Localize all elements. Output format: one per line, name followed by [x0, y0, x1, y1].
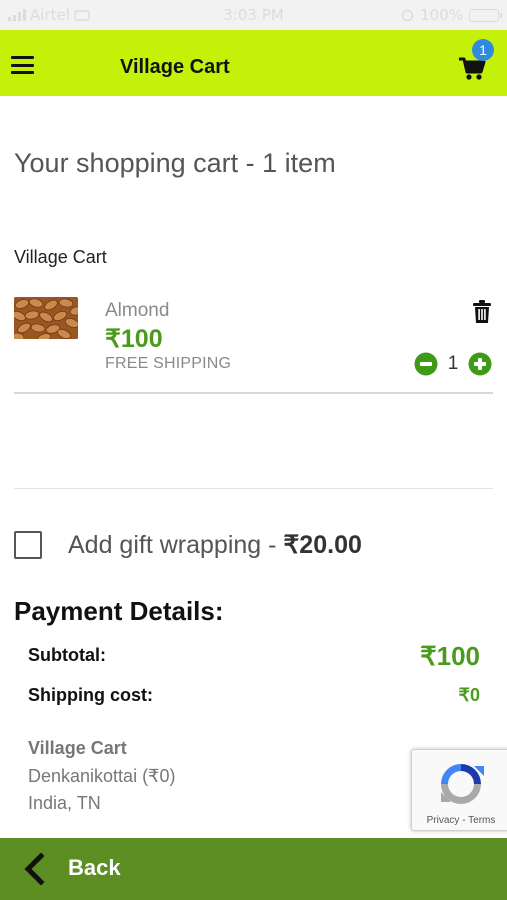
app-title: Village Cart	[120, 56, 230, 78]
item-shipping: FREE SHIPPING	[105, 355, 232, 372]
status-right: 100%	[401, 6, 502, 24]
back-button[interactable]: Back	[0, 838, 507, 900]
shipping-cost-label: Shipping cost:	[28, 685, 153, 705]
recaptcha-icon	[441, 764, 484, 804]
gift-wrap-price: ₹20.00	[283, 531, 362, 559]
chevron-left-icon	[24, 853, 45, 885]
gift-wrap-label[interactable]: Add gift wrapping - ₹20.00	[68, 530, 362, 560]
alarm-icon	[401, 9, 414, 21]
address-line-2: India, TN	[28, 793, 101, 813]
payment-heading: Payment Details:	[14, 596, 224, 626]
hamburger-menu-icon[interactable]	[11, 56, 34, 74]
minus-circle-icon[interactable]	[414, 352, 438, 376]
almond-product-image[interactable]	[14, 297, 78, 339]
item-divider	[14, 392, 493, 394]
recaptcha-links[interactable]: Privacy - Terms	[412, 815, 507, 826]
store-name: Village Cart	[14, 247, 107, 267]
cart-button[interactable]: 1	[458, 39, 494, 82]
subtotal-label: Subtotal:	[28, 645, 106, 665]
address-name: Village Cart	[28, 738, 127, 758]
battery-icon	[469, 8, 502, 22]
trash-icon[interactable]	[472, 300, 492, 324]
address-line-1: Denkanikottai (₹0)	[28, 766, 176, 786]
subtotal-value: ₹100	[420, 641, 480, 671]
section-divider	[14, 488, 493, 489]
status-bar: Airtel 3:03 PM 100%	[0, 0, 507, 30]
item-price: ₹100	[105, 325, 163, 353]
recaptcha-badge[interactable]: Privacy - Terms	[411, 749, 507, 831]
gift-wrap-checkbox[interactable]	[14, 531, 42, 559]
plus-circle-icon[interactable]	[468, 352, 492, 376]
app-header: Village Cart 1	[0, 30, 507, 96]
back-label: Back	[68, 855, 121, 880]
gift-wrap-text: Add gift wrapping -	[68, 531, 284, 559]
item-name[interactable]: Almond	[105, 300, 169, 322]
shipping-cost-value: ₹0	[458, 685, 480, 705]
page-title: Your shopping cart - 1 item	[14, 148, 336, 178]
quantity-stepper: 1	[414, 352, 492, 376]
cart-count-badge: 1	[472, 39, 494, 61]
quantity-value: 1	[447, 353, 459, 374]
battery-percent: 100%	[420, 6, 463, 24]
almond-image	[14, 297, 78, 339]
